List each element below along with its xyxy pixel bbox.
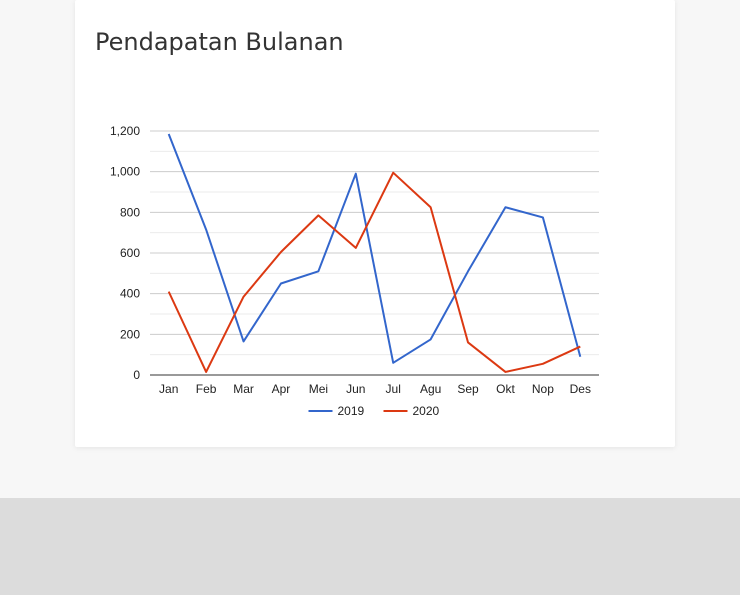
x-tick-label: Apr [272, 382, 291, 396]
line-chart: 0 200 400 600 800 1,000 1,200 Jan Feb Mar Apr Mei Ju… [110, 124, 599, 418]
x-tick-label: Agu [420, 382, 441, 396]
legend-item-2019: 2019 [308, 404, 365, 418]
x-tick-label: Des [570, 382, 591, 396]
legend-item-2020: 2020 [383, 404, 440, 418]
y-tick-label: 0 [133, 368, 140, 382]
series-line-2019 [167, 133, 582, 364]
x-tick-label: Feb [196, 382, 217, 396]
x-tick-label: Jun [346, 382, 365, 396]
y-tick-label: 1,000 [110, 165, 140, 179]
y-tick-label: 800 [120, 205, 140, 219]
x-tick-label: Jul [386, 382, 401, 396]
x-tick-label: Okt [496, 382, 515, 396]
x-tick-label: Mei [309, 382, 328, 396]
y-tick-label: 1,200 [110, 124, 140, 138]
legend-label: 2020 [413, 404, 440, 418]
x-tick-label: Sep [457, 382, 479, 396]
y-tick-label: 400 [120, 287, 140, 301]
x-tick-label: Mar [233, 382, 254, 396]
y-tick-label: 200 [120, 327, 140, 341]
y-tick-label: 600 [120, 246, 140, 260]
x-tick-label: Jan [159, 382, 178, 396]
legend-label: 2019 [338, 404, 365, 418]
chart-card: Pendapatan Bulanan 0 200 400 600 800 1,000 1,2… [75, 0, 675, 447]
x-tick-label: Nop [532, 382, 554, 396]
